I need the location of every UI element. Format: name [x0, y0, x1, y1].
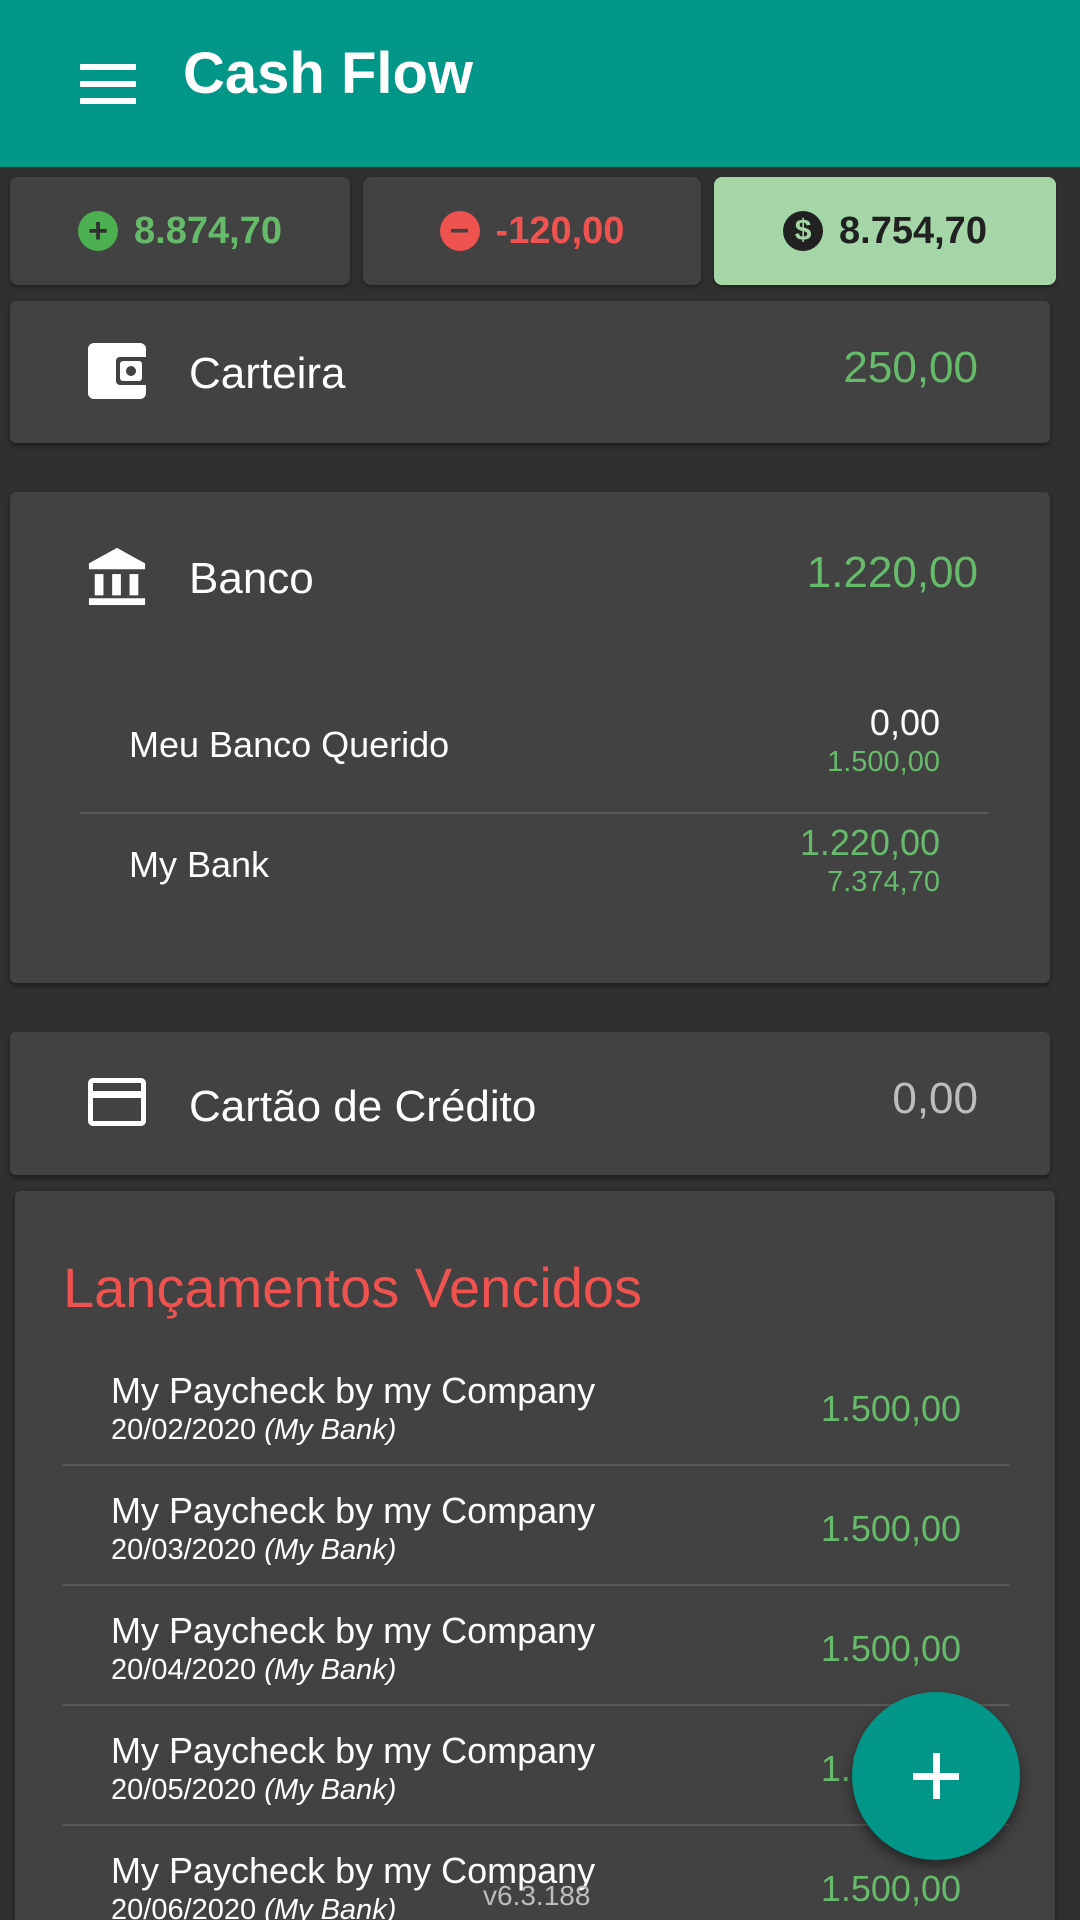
- expense-total-chip[interactable]: − -120,00: [363, 177, 701, 285]
- transaction-value: 1.500,00: [820, 1868, 961, 1909]
- overdue-section-title: Lançamentos Vencidos: [63, 1256, 643, 1319]
- credit-card-icon: [88, 1078, 146, 1126]
- credit-card-account-name: Cartão de Crédito: [189, 1082, 537, 1131]
- dollar-circle-icon: $: [783, 211, 824, 251]
- app-version: v6.3.188: [483, 1880, 591, 1911]
- credit-card-account-value: 0,00: [892, 1074, 978, 1123]
- subaccount-value: 0,00: [869, 702, 940, 743]
- subaccount-secondary-value: 1.500,00: [827, 746, 940, 778]
- minus-circle-icon: −: [439, 211, 480, 251]
- transaction-name: My Paycheck by my Company: [111, 1490, 596, 1531]
- balance-total-chip[interactable]: $ 8.754,70: [714, 177, 1056, 285]
- wallet-icon: [88, 343, 148, 399]
- transaction-row[interactable]: My Paycheck by my Company 20/03/2020 (My…: [63, 1464, 1009, 1584]
- transaction-row[interactable]: My Paycheck by my Company 20/04/2020 (My…: [63, 1584, 1009, 1704]
- bank-account-name: Banco: [189, 554, 314, 603]
- balance-total-value: 8.754,70: [839, 209, 987, 252]
- bank-account-value: 1.220,00: [806, 548, 978, 597]
- credit-card-account-card[interactable]: Cartão de Crédito 0,00: [10, 1032, 1050, 1175]
- wallet-account-card[interactable]: Carteira 250,00: [10, 301, 1050, 443]
- income-total-value: 8.874,70: [134, 209, 282, 252]
- app-bar: Cash Flow: [0, 0, 1080, 167]
- wallet-account-value: 250,00: [843, 343, 978, 392]
- transaction-date: 20/05/2020 (My Bank): [111, 1774, 397, 1806]
- bank-subaccount-row[interactable]: Meu Banco Querido 0,00 1.500,00: [80, 684, 988, 804]
- income-total-chip[interactable]: + 8.874,70: [10, 177, 350, 285]
- app-title: Cash Flow: [183, 41, 474, 106]
- totals-bar: + 8.874,70 − -120,00 $ 8.754,70: [10, 177, 1056, 285]
- expense-total-value: -120,00: [495, 209, 625, 252]
- transaction-row[interactable]: My Paycheck by my Company 20/02/2020 (My…: [63, 1344, 1009, 1464]
- transaction-value: 1.500,00: [820, 1388, 961, 1429]
- transaction-name: My Paycheck by my Company: [111, 1370, 596, 1411]
- plus-circle-icon: +: [78, 211, 119, 251]
- subaccount-name: Meu Banco Querido: [129, 724, 450, 765]
- subaccount-value: 1.220,00: [799, 822, 940, 863]
- transaction-value: 1.500,00: [820, 1628, 961, 1669]
- add-transaction-button[interactable]: [852, 1692, 1020, 1860]
- subaccount-name: My Bank: [129, 844, 270, 885]
- transaction-name: My Paycheck by my Company: [111, 1610, 596, 1651]
- transaction-date: 20/04/2020 (My Bank): [111, 1654, 397, 1686]
- bank-subaccount-row[interactable]: My Bank 1.220,00 7.374,70: [80, 804, 988, 924]
- transaction-date: 20/02/2020 (My Bank): [111, 1414, 397, 1446]
- bank-account-card[interactable]: Banco 1.220,00 Meu Banco Querido 0,00 1.…: [10, 492, 1050, 983]
- bank-icon: [88, 547, 146, 606]
- subaccount-secondary-value: 7.374,70: [827, 866, 940, 898]
- transaction-value: 1.500,00: [820, 1508, 961, 1549]
- transaction-date: 20/03/2020 (My Bank): [111, 1534, 397, 1566]
- transaction-name: My Paycheck by my Company: [111, 1730, 596, 1771]
- transaction-date: 20/06/2020 (My Bank): [111, 1894, 397, 1920]
- menu-icon[interactable]: [80, 64, 136, 104]
- wallet-account-name: Carteira: [189, 349, 346, 398]
